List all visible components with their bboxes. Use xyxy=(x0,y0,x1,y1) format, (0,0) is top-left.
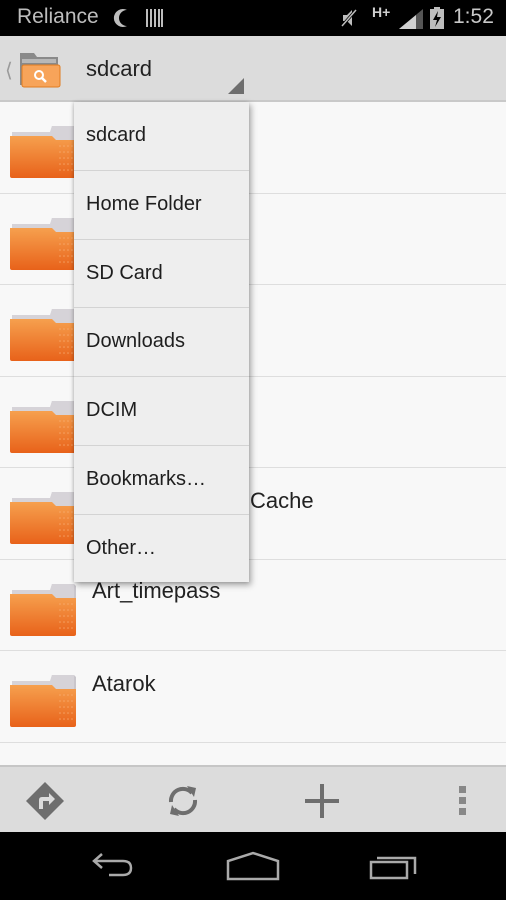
menu-item-label: Home Folder xyxy=(86,192,202,215)
network-type: H+ xyxy=(372,4,391,20)
file-row[interactable]: Atarok xyxy=(0,651,506,743)
overflow-menu-icon xyxy=(459,785,466,815)
location-dropdown-menu: sdcard Home Folder SD Card Downloads DCI… xyxy=(74,102,249,582)
menu-item-label: Downloads xyxy=(86,330,185,353)
moon-icon xyxy=(113,9,127,27)
spinner-triangle-icon xyxy=(228,78,244,94)
status-bar: Reliance H+ 1:52 xyxy=(0,0,506,36)
menu-item-downloads[interactable]: Downloads xyxy=(74,308,249,378)
refresh-button[interactable] xyxy=(138,767,228,834)
folder-icon xyxy=(8,307,76,361)
recents-icon xyxy=(369,856,417,880)
bottom-toolbar xyxy=(0,765,506,832)
navigation-bar xyxy=(0,832,506,900)
signal-icon xyxy=(399,9,423,29)
current-location-label: sdcard xyxy=(86,56,153,81)
barcode-icon xyxy=(146,9,163,27)
back-button[interactable] xyxy=(62,832,162,900)
location-spinner[interactable]: sdcard xyxy=(74,36,250,102)
file-row[interactable]: Autodesk xyxy=(0,742,506,765)
back-icon xyxy=(92,853,133,877)
overflow-menu-button[interactable] xyxy=(418,767,506,834)
clock: 1:52 xyxy=(453,5,494,28)
menu-item-label: sdcard xyxy=(86,124,147,146)
recents-button[interactable] xyxy=(344,832,444,900)
go-to-icon xyxy=(26,781,64,820)
folder-icon xyxy=(8,673,76,727)
file-name: Cache xyxy=(250,488,314,513)
action-bar: ⟨ sdcard xyxy=(0,36,506,102)
menu-item-other[interactable]: Other… xyxy=(74,515,249,584)
add-button[interactable] xyxy=(277,767,367,834)
menu-item-label: Other… xyxy=(86,536,157,559)
refresh-icon xyxy=(168,785,198,816)
menu-item-sdcard[interactable]: sdcard xyxy=(74,102,249,171)
folder-icon xyxy=(8,124,76,178)
menu-item-home-folder[interactable]: Home Folder xyxy=(74,171,249,240)
up-chevron-icon[interactable]: ⟨ xyxy=(5,58,13,83)
menu-item-sd-card[interactable]: SD Card xyxy=(74,240,249,309)
folder-icon xyxy=(8,582,76,636)
home-button[interactable] xyxy=(203,832,303,900)
add-icon xyxy=(305,783,339,818)
home-icon xyxy=(226,851,280,881)
folder-icon xyxy=(8,216,76,270)
go-to-button[interactable] xyxy=(0,767,90,834)
menu-item-label: SD Card xyxy=(86,261,163,284)
battery-charging-icon xyxy=(430,7,444,29)
folder-icon xyxy=(8,490,76,544)
menu-item-label: DCIM xyxy=(86,399,138,422)
menu-item-dcim[interactable]: DCIM xyxy=(74,377,249,446)
mute-icon xyxy=(340,9,358,27)
menu-item-label: Bookmarks… xyxy=(86,467,207,490)
folder-search-icon[interactable] xyxy=(18,49,62,89)
file-name: Atarok xyxy=(92,671,156,696)
folder-icon xyxy=(8,399,76,453)
carrier-name: Reliance xyxy=(17,5,99,28)
menu-item-bookmarks[interactable]: Bookmarks… xyxy=(74,446,249,515)
